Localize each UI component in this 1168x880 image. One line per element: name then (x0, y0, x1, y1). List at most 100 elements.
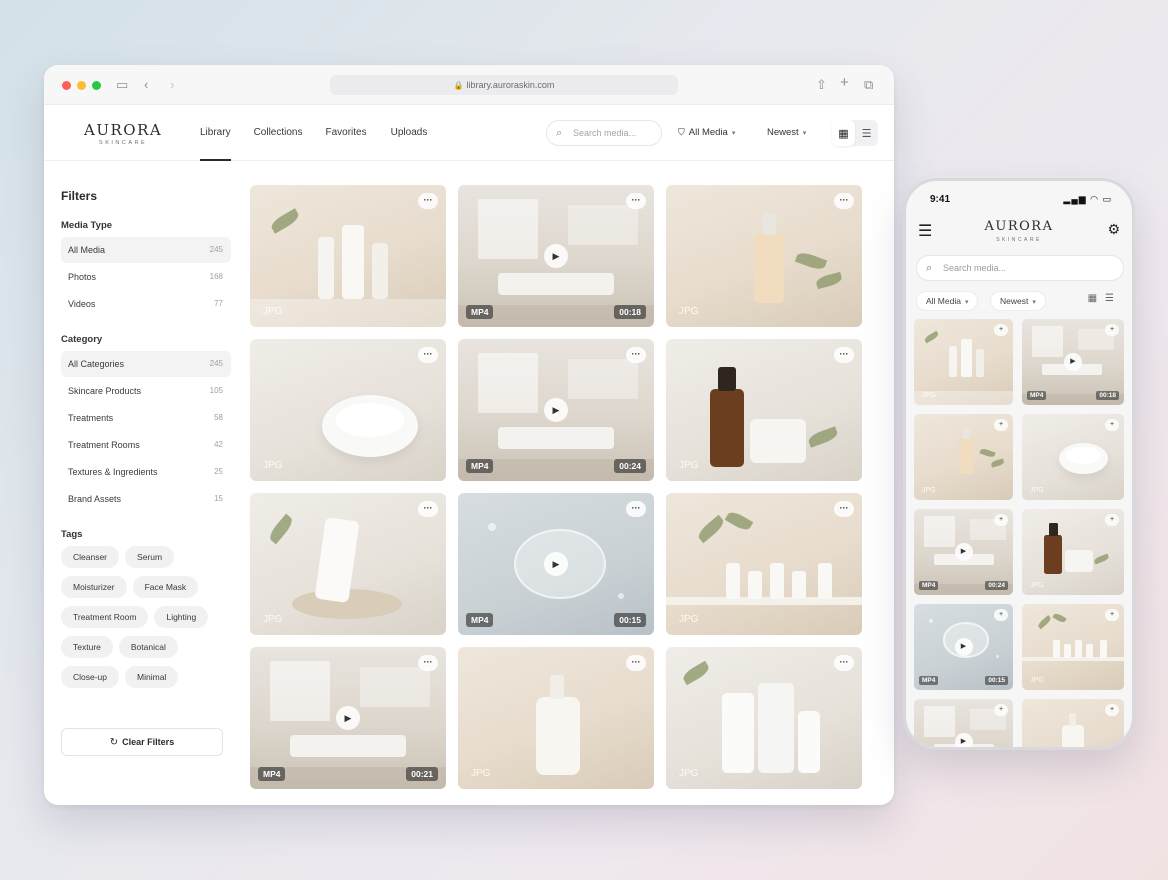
phone-media-filter[interactable]: All Media ▾ (916, 291, 979, 311)
photo-card[interactable]: ··· JPG (666, 339, 862, 481)
photo-card[interactable]: + JPG (1022, 414, 1124, 500)
play-icon[interactable]: ▶ (544, 244, 568, 268)
more-icon[interactable]: + (1105, 514, 1119, 526)
more-icon[interactable]: + (1105, 324, 1119, 336)
phone-filter-label: All Media (926, 296, 961, 306)
photo-card[interactable]: + JPG (1022, 509, 1124, 595)
more-icon[interactable]: ··· (834, 501, 854, 517)
close-dot[interactable] (62, 81, 71, 90)
tag-chip[interactable]: Face Mask (132, 576, 199, 598)
photo-card[interactable]: ··· JPG (250, 339, 446, 481)
tag-chip[interactable]: Minimal (125, 666, 179, 688)
photo-card[interactable]: ··· JPG (666, 185, 862, 327)
more-icon[interactable]: ··· (626, 193, 646, 209)
media-type-all-media[interactable]: All Media 245 (61, 237, 231, 263)
category-skincare-products[interactable]: Skincare Products 105 (61, 378, 231, 404)
tab-library[interactable]: Library (200, 105, 231, 161)
media-filter-dropdown[interactable]: ⛉ All Media ▾ (678, 127, 735, 138)
more-icon[interactable]: ··· (418, 193, 438, 209)
photo-card[interactable]: ··· JPG (666, 493, 862, 635)
more-icon[interactable]: ··· (834, 347, 854, 363)
new-tab-icon[interactable]: + (840, 75, 849, 90)
play-icon[interactable]: ▶ (544, 398, 568, 422)
photo-card[interactable]: + JPG (914, 414, 1013, 500)
back-icon[interactable]: ‹ (144, 78, 148, 92)
video-card[interactable]: ▶ + MP4 00:15 (914, 604, 1013, 690)
video-card[interactable]: ▶ ··· MP4 00:24 (458, 339, 654, 481)
play-icon[interactable]: ▶ (544, 552, 568, 576)
brand-logo[interactable]: AURORA SKINCARE (84, 122, 162, 146)
tune-icon[interactable]: ⚙ (1107, 221, 1120, 238)
list-view-icon[interactable]: ☰ (855, 120, 878, 146)
more-icon[interactable]: + (1105, 609, 1119, 621)
grid-view-icon[interactable]: ▦ (1088, 293, 1105, 304)
clear-filters-button[interactable]: ↻ Clear Filters (61, 728, 223, 756)
tag-chip[interactable]: Moisturizer (61, 576, 127, 598)
more-icon[interactable]: + (994, 419, 1008, 431)
photo-card[interactable]: + JPG (1022, 604, 1124, 690)
photo-card[interactable]: ··· JPG (666, 647, 862, 789)
photo-card[interactable]: + (1022, 699, 1124, 747)
tag-chip[interactable]: Treatment Room (61, 606, 149, 628)
more-icon[interactable]: + (994, 514, 1008, 526)
phone-brand-logo[interactable]: AURORA SKINCARE (906, 219, 1132, 243)
media-type-videos[interactable]: Videos 77 (61, 291, 231, 317)
forward-icon[interactable]: › (170, 78, 174, 92)
tag-chip[interactable]: Cleanser (61, 546, 120, 568)
photo-card[interactable]: + JPG (914, 319, 1013, 405)
more-icon[interactable]: ··· (834, 655, 854, 671)
tab-favorites[interactable]: Favorites (326, 105, 367, 161)
photo-card[interactable]: ··· JPG (250, 185, 446, 327)
more-icon[interactable]: + (1105, 419, 1119, 431)
tab-uploads[interactable]: Uploads (391, 105, 428, 161)
sidebar-toggle-icon[interactable]: ▭ (116, 78, 128, 92)
grid-view-icon[interactable]: ▦ (832, 120, 855, 146)
tag-chip[interactable]: Close-up (61, 666, 120, 688)
share-icon[interactable]: ⇧ (816, 78, 827, 92)
maximize-dot[interactable] (92, 81, 101, 90)
phone-search-input[interactable]: ⌕ Search media... (916, 255, 1124, 281)
play-icon[interactable]: ▶ (954, 638, 973, 656)
phone-sort-dropdown[interactable]: Newest ▾ (990, 291, 1046, 311)
more-icon[interactable]: ··· (626, 655, 646, 671)
category-treatment-rooms[interactable]: Treatment Rooms 42 (61, 432, 231, 458)
video-card[interactable]: ▶ ··· MP4 00:15 (458, 493, 654, 635)
more-icon[interactable]: + (994, 704, 1008, 716)
play-icon[interactable]: ▶ (336, 706, 360, 730)
photo-card[interactable]: ··· JPG (458, 647, 654, 789)
more-icon[interactable]: + (994, 609, 1008, 621)
tab-collections[interactable]: Collections (254, 105, 303, 161)
list-view-icon[interactable]: ☰ (1105, 293, 1122, 304)
tag-chip[interactable]: Botanical (118, 636, 178, 658)
category-treatments[interactable]: Treatments 58 (61, 405, 231, 431)
tag-chip[interactable]: Lighting (154, 606, 209, 628)
video-card[interactable]: ▶ + (914, 699, 1013, 747)
photo-card[interactable]: ··· JPG (250, 493, 446, 635)
video-card[interactable]: ▶ + MP4 00:18 (1022, 319, 1124, 405)
media-type-photos[interactable]: Photos 168 (61, 264, 231, 290)
search-input[interactable]: ⌕ Search media... (546, 120, 662, 146)
more-icon[interactable]: ··· (626, 501, 646, 517)
tag-chip[interactable]: Texture (61, 636, 113, 658)
video-card[interactable]: ▶ ··· MP4 00:21 (250, 647, 446, 789)
video-card[interactable]: ▶ + MP4 00:24 (914, 509, 1013, 595)
category-brand-assets[interactable]: Brand Assets 15 (61, 486, 231, 512)
more-icon[interactable]: ··· (626, 347, 646, 363)
tag-chip[interactable]: Serum (125, 546, 175, 568)
category-textures-ingredients[interactable]: Textures & Ingredients 25 (61, 459, 231, 485)
more-icon[interactable]: ··· (418, 655, 438, 671)
play-icon[interactable]: ▶ (954, 733, 973, 747)
sort-dropdown[interactable]: Newest ▾ (767, 127, 806, 138)
more-icon[interactable]: + (994, 324, 1008, 336)
video-card[interactable]: ▶ ··· MP4 00:18 (458, 185, 654, 327)
play-icon[interactable]: ▶ (954, 543, 973, 561)
play-icon[interactable]: ▶ (1064, 353, 1082, 371)
more-icon[interactable]: ··· (418, 501, 438, 517)
more-icon[interactable]: ··· (834, 193, 854, 209)
more-icon[interactable]: + (1105, 704, 1119, 716)
more-icon[interactable]: ··· (418, 347, 438, 363)
address-bar[interactable]: 🔒 library.auroraskin.com (330, 75, 678, 95)
tabs-overview-icon[interactable]: ⧉ (864, 78, 873, 92)
category-all-categories[interactable]: All Categories 245 (61, 351, 231, 377)
minimize-dot[interactable] (77, 81, 86, 90)
